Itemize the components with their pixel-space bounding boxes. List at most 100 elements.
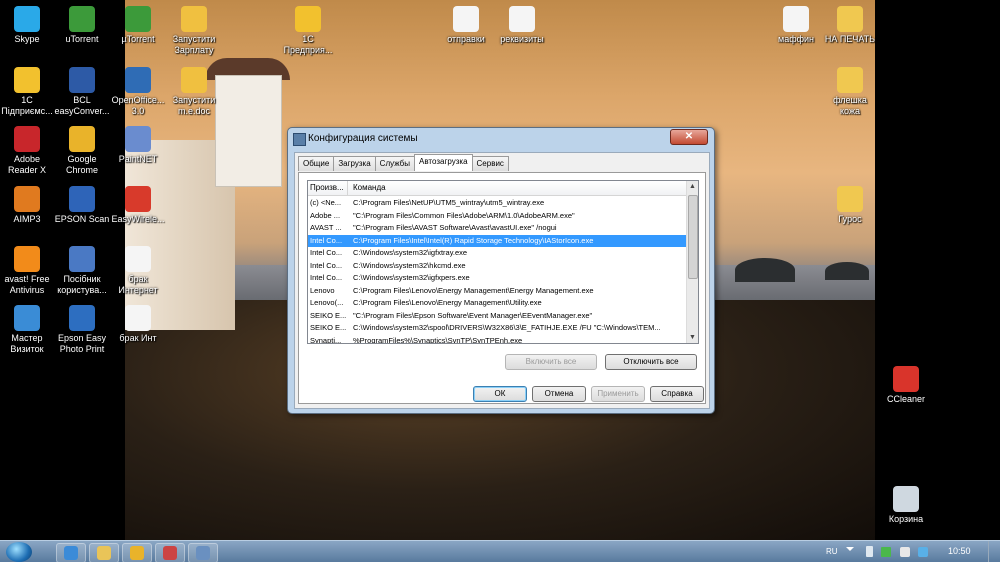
volume-icon[interactable] (900, 547, 910, 557)
startup-item-row[interactable]: SEIKO E... C:\Windows\system32\spool\DRIV… (308, 322, 686, 334)
startup-item-manufacturer: SEIKO E... (310, 323, 347, 332)
desktop-icon[interactable]: EasyWirele... (104, 186, 172, 225)
startup-item-manufacturer: Lenovo (310, 285, 335, 295)
startup-item-command: "C:\Program Files\AVAST Software\Avast\a… (353, 223, 557, 232)
startup-item-row[interactable]: Adobe ... "C:\Program Files\Common Files\… (308, 210, 686, 222)
taskbar-chrome-button[interactable] (122, 543, 152, 562)
desktop-icon-label: PaintNET (118, 154, 158, 164)
msconfig-dialog: Конфигурация системы ✕ Общие Загрузка Сл… (287, 127, 715, 414)
desktop-icon-label: брак Интернет (118, 274, 158, 295)
wallpaper-island (825, 262, 869, 280)
desktop-app-icon (14, 186, 40, 212)
startup-item-command: C:\Program Files\NetUP\UTM5_wintray\utm5… (353, 198, 545, 207)
msconfig-icon (196, 546, 210, 560)
tab-boot[interactable]: Загрузка (333, 156, 376, 171)
startup-list[interactable]: Произв... Команда (c) <Ne... C:\Program F… (307, 180, 699, 344)
desktop-icon[interactable]: брак Интернет (104, 246, 172, 296)
start-button[interactable] (6, 542, 32, 562)
desktop-app-icon (14, 305, 40, 331)
list-scrollbar[interactable]: ▲ ▼ (686, 181, 698, 343)
battery-icon[interactable] (866, 546, 873, 557)
desktop-app-icon (181, 6, 207, 32)
desktop-icon[interactable]: Корзина (872, 486, 940, 525)
desktop-app-icon (14, 126, 40, 152)
startup-item-manufacturer: Intel Co... (310, 235, 343, 245)
tab-tools[interactable]: Сервис (471, 156, 509, 171)
desktop-app-icon (69, 246, 95, 272)
help-button[interactable]: Справка (650, 386, 704, 402)
ok-button[interactable]: ОК (473, 386, 527, 402)
desktop-app-icon (125, 305, 151, 331)
scroll-down-arrow[interactable]: ▼ (687, 332, 698, 343)
close-button[interactable]: ✕ (670, 129, 708, 145)
startup-item-row[interactable]: Intel Co... C:\Program Files\Intel\Intel(… (308, 234, 686, 247)
tray-expand-icon[interactable] (846, 547, 854, 555)
startup-item-row[interactable]: Lenovo C:\Program Files\Lenovo\Energy Man… (308, 285, 686, 297)
desktop-app-icon (69, 126, 95, 152)
desktop-app-icon (509, 6, 535, 32)
taskbar-msconfig-button[interactable] (188, 543, 218, 562)
startup-item-row[interactable]: Synapti... %ProgramFiles%\Synaptics\SynTP… (308, 335, 686, 344)
startup-item-command: C:\Program Files\Intel\Intel(R) Rapid St… (353, 235, 594, 245)
utm-tray-icon[interactable] (918, 547, 928, 557)
scroll-thumb[interactable] (688, 195, 698, 279)
desktop-icon[interactable]: брак Инт (104, 305, 172, 344)
desktop-icon[interactable]: Запустити m.e.doc (160, 67, 228, 117)
startup-item-command: C:\Windows\system32\spool\DRIVERS\W32X86… (353, 323, 661, 332)
tab-strip: Общие Загрузка Службы Автозагрузка Серви… (298, 154, 509, 172)
startup-item-row[interactable]: Intel Co... C:\Windows\system32\igfxpers.… (308, 272, 686, 284)
tab-general[interactable]: Общие (298, 156, 335, 171)
desktop-icon[interactable]: Запустити Зарплату (160, 6, 228, 56)
desktop-icon[interactable]: реквизиты (488, 6, 556, 45)
column-header-manufacturer[interactable]: Произв... (308, 181, 348, 195)
enable-all-button[interactable]: Включить все (505, 354, 597, 370)
wallpaper-island (735, 258, 795, 282)
disable-all-button[interactable]: Отключить все (605, 354, 697, 370)
startup-item-row[interactable]: Intel Co... C:\Windows\system32\igfxtray.… (308, 247, 686, 259)
list-header: Произв... Команда (308, 181, 686, 196)
column-header-command[interactable]: Команда (353, 181, 386, 195)
desktop-icon[interactable]: НА ПЕЧАТЬ (816, 6, 884, 45)
taskbar-ie-button[interactable] (56, 543, 86, 562)
tab-services[interactable]: Службы (374, 156, 415, 171)
show-desktop-button[interactable] (988, 541, 1000, 562)
taskbar-explorer-button[interactable] (89, 543, 119, 562)
language-indicator[interactable]: RU (826, 547, 838, 556)
startup-item-row[interactable]: Intel Co... C:\Windows\system32\hkcmd.exe (308, 260, 686, 272)
scroll-up-arrow[interactable]: ▲ (687, 181, 698, 192)
desktop-icon[interactable]: CCleaner (872, 366, 940, 405)
startup-item-command: C:\Windows\system32\igfxtray.exe (353, 248, 468, 257)
startup-item-command: "C:\Program Files\Common Files\Adobe\ARM… (353, 210, 575, 220)
startup-item-row[interactable]: SEIKO E... "C:\Program Files\Epson Softwa… (308, 310, 686, 322)
desktop-icon-label: брак Инт (119, 333, 157, 343)
desktop-app-icon (125, 186, 151, 212)
clock[interactable]: 10:50 (948, 546, 971, 556)
startup-item-command: C:\Program Files\Lenovo\Energy Managemen… (353, 298, 542, 307)
explorer-icon (97, 546, 111, 560)
desktop-icon[interactable]: PaintNET (104, 126, 172, 165)
startup-item-row[interactable]: (c) <Ne... C:\Program Files\NetUP\UTM5_wi… (308, 197, 686, 209)
desktop-app-icon (181, 67, 207, 93)
cancel-button[interactable]: Отмена (532, 386, 586, 402)
desktop-icon[interactable]: Гурос (816, 186, 884, 225)
desktop: Skype uTorrent 1С Підприємс... BCL easyConv… (0, 0, 1000, 562)
tab-startup[interactable]: Автозагрузка (413, 154, 473, 171)
network-icon[interactable] (881, 547, 891, 557)
taskbar-app-button[interactable] (155, 543, 185, 562)
startup-item-command: "C:\Program Files\Epson Software\Event M… (353, 310, 593, 320)
desktop-app-icon (69, 305, 95, 331)
startup-item-command: C:\Windows\system32\igfxpers.exe (353, 273, 470, 282)
startup-item-row[interactable]: Lenovo(... C:\Program Files\Lenovo\Energy… (308, 297, 686, 309)
startup-item-row[interactable]: AVAST ... "C:\Program Files\AVAST Softwar… (308, 222, 686, 234)
desktop-app-icon (125, 246, 151, 272)
apply-button[interactable]: Применить (591, 386, 645, 402)
desktop-icon-label: Запустити Зарплату (172, 34, 216, 55)
desktop-icon[interactable]: 1С Предприя... (274, 6, 342, 56)
desktop-icon[interactable]: флешка кожа (816, 67, 884, 117)
startup-item-command: %ProgramFiles%\Synaptics\SynTP\SynTPEnh.… (353, 335, 523, 344)
dialog-body: Общие Загрузка Службы Автозагрузка Серви… (294, 152, 710, 409)
desktop-right-band (875, 0, 1000, 540)
desktop-app-icon (14, 67, 40, 93)
desktop-app-icon (837, 186, 863, 212)
desktop-app-icon (453, 6, 479, 32)
